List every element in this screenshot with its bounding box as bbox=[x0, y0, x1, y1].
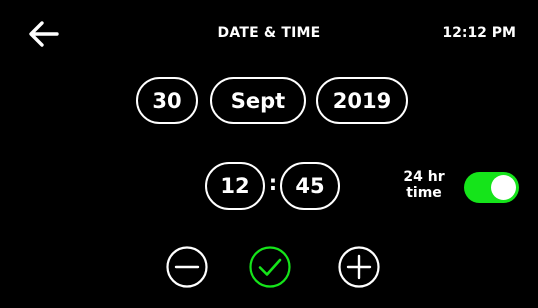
time-format-label-line1: 24 hr bbox=[403, 169, 445, 185]
plus-circle-icon[interactable] bbox=[337, 245, 381, 289]
check-circle-icon[interactable] bbox=[248, 245, 292, 289]
24hr-time-toggle[interactable] bbox=[464, 172, 519, 203]
time-separator: : bbox=[268, 171, 278, 195]
date-time-screen: DATE & TIME 12:12 PM 30 Sept 2019 12 : 4… bbox=[0, 0, 538, 308]
status-clock: 12:12 PM bbox=[442, 25, 516, 41]
day-selector[interactable]: 30 bbox=[136, 77, 198, 124]
year-selector[interactable]: 2019 bbox=[316, 77, 408, 124]
month-selector[interactable]: Sept bbox=[210, 77, 306, 124]
time-format-label: 24 hr time bbox=[396, 169, 452, 201]
toggle-knob bbox=[491, 175, 516, 200]
minus-circle-icon[interactable] bbox=[165, 245, 209, 289]
time-format-label-line2: time bbox=[406, 185, 442, 201]
hour-selector[interactable]: 12 bbox=[205, 162, 265, 210]
minute-selector[interactable]: 45 bbox=[280, 162, 340, 210]
